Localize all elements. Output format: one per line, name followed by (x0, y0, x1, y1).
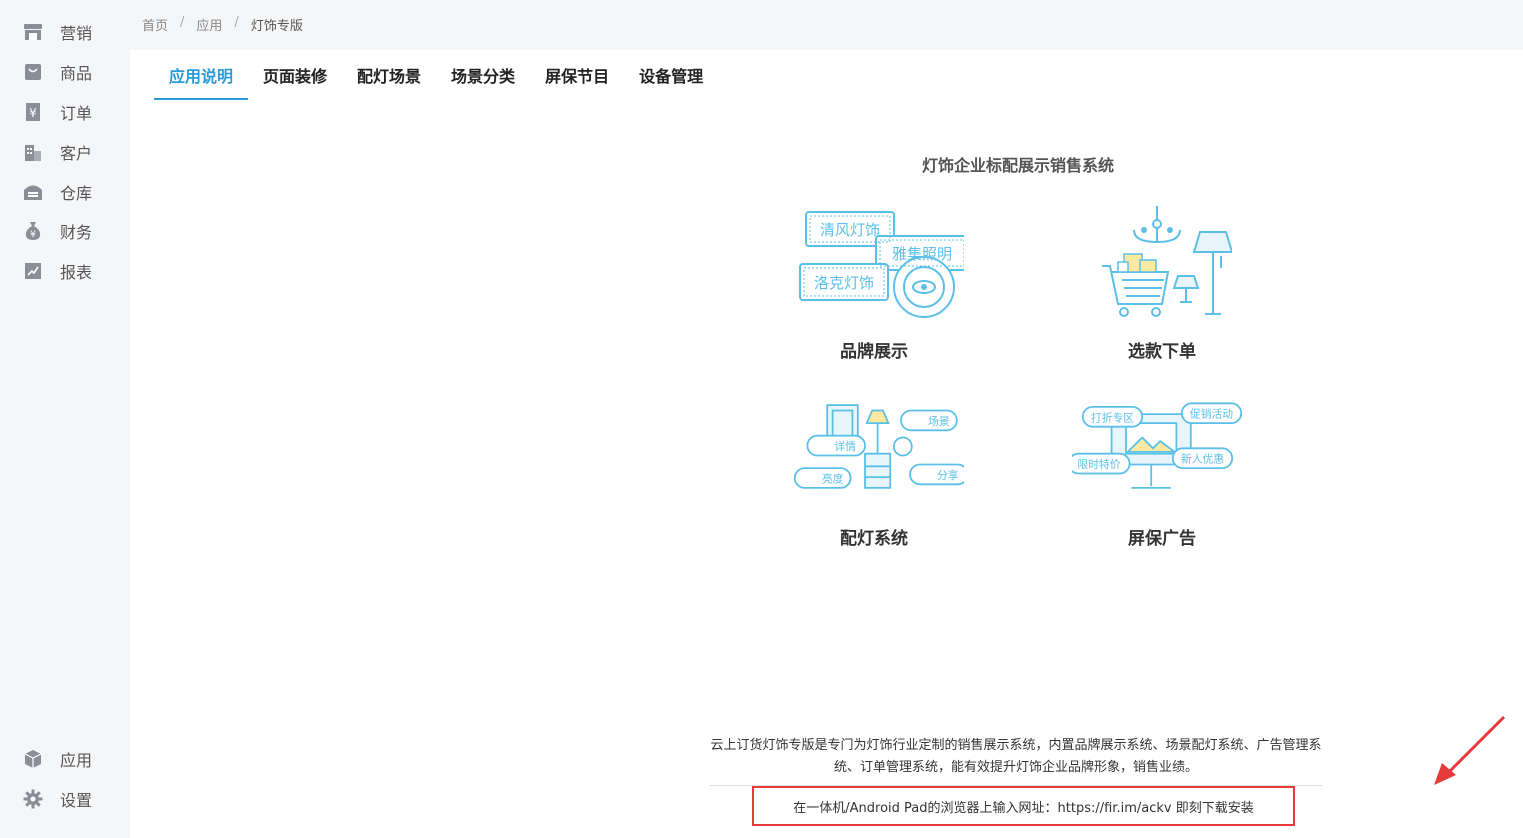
lighting-tag-detail: 详情 (834, 440, 856, 453)
sidebar-item-label: 营销 (60, 24, 93, 43)
breadcrumb: 首页 / 应用 / 灯饰专版 (142, 15, 303, 34)
screensaver-ads-illustration: 打折专区 促销活动 限时特价 新人优惠 (1072, 392, 1252, 510)
lighting-tag-share: 分享 (937, 469, 959, 482)
brand-display-illustration: 清风灯饰 雅集照明 洛克灯饰 (784, 205, 964, 323)
tab-scene-categories[interactable]: 场景分类 (436, 50, 530, 100)
sidebar-item-settings[interactable]: 设置 (22, 786, 112, 812)
ads-tag-promotion: 促销活动 (1190, 408, 1233, 421)
sidebar: 营销 商品 ¥ 订单 客户 仓库 ¥ 财务 报表 应用 设置 (0, 0, 122, 838)
brand-tag-3: 洛克灯饰 (814, 274, 874, 292)
ads-tag-discount: 打折专区 (1091, 411, 1134, 424)
content-title: 灯饰企业标配展示销售系统 (922, 156, 1115, 175)
sidebar-item-orders[interactable]: ¥ 订单 (22, 99, 112, 125)
breadcrumb-home[interactable]: 首页 (142, 15, 168, 34)
sidebar-item-marketing[interactable]: 营销 (22, 19, 112, 45)
select-order-illustration (1072, 205, 1252, 323)
sidebar-item-label: 订单 (60, 104, 93, 123)
tab-page-decoration[interactable]: 页面装修 (248, 50, 342, 100)
warehouse-icon (22, 181, 44, 203)
sidebar-item-reports[interactable]: 报表 (22, 258, 112, 284)
sidebar-item-label: 客户 (60, 144, 93, 163)
breadcrumb-bar: 首页 / 应用 / 灯饰专版 (130, 0, 1523, 50)
ads-tag-newcomer: 新人优惠 (1181, 453, 1224, 466)
sidebar-item-customers[interactable]: 客户 (22, 139, 112, 165)
bag-icon (22, 61, 44, 83)
feature-caption: 配灯系统 (840, 529, 908, 549)
building-icon (22, 141, 44, 163)
sidebar-item-label: 报表 (60, 263, 93, 282)
annotation-arrow-icon (1434, 715, 1506, 785)
feature-lighting-system: 场景 详情 亮度 分享 配灯系统 (784, 392, 964, 549)
sidebar-item-label: 仓库 (60, 184, 93, 203)
tab-app-intro[interactable]: 应用说明 (154, 50, 249, 100)
chart-icon (22, 260, 44, 282)
yen-doc-icon: ¥ (22, 101, 44, 123)
lighting-tag-brightness: 亮度 (822, 473, 844, 486)
app-description: 云上订货灯饰专版是专门为灯饰行业定制的销售展示系统，内置品牌展示系统、场景配灯系… (710, 738, 1322, 775)
svg-text:¥: ¥ (29, 106, 37, 120)
feature-caption: 选款下单 (1128, 342, 1196, 362)
tab-screensaver[interactable]: 屏保节目 (530, 50, 624, 100)
sidebar-item-finance[interactable]: ¥ 财务 (22, 218, 112, 244)
svg-text:¥: ¥ (30, 230, 36, 240)
breadcrumb-separator: / (180, 15, 185, 30)
sidebar-item-warehouse[interactable]: 仓库 (22, 179, 112, 205)
tab-bar: 应用说明 页面装修 配灯场景 场景分类 屏保节目 设备管理 (154, 50, 718, 100)
feature-caption: 屏保广告 (1128, 529, 1196, 549)
feature-caption: 品牌展示 (840, 342, 908, 362)
ads-tag-flash-sale: 限时特价 (1077, 458, 1120, 471)
feature-screensaver-ads: 打折专区 促销活动 限时特价 新人优惠 屏保广告 (1072, 392, 1252, 549)
cube-icon (22, 748, 44, 770)
sidebar-item-label: 财务 (60, 223, 93, 242)
breadcrumb-current: 灯饰专版 (250, 19, 303, 34)
tab-device-management[interactable]: 设备管理 (624, 50, 718, 100)
lighting-system-illustration: 场景 详情 亮度 分享 (784, 392, 964, 510)
sidebar-item-apps[interactable]: 应用 (22, 746, 112, 772)
sidebar-item-label: 设置 (60, 791, 93, 810)
main-panel: 首页 / 应用 / 灯饰专版 应用说明 页面装修 配灯场景 场景分类 屏保节目 … (130, 0, 1523, 838)
brand-tag-2: 雅集照明 (892, 245, 952, 263)
download-instructions: 在一体机/Android Pad的浏览器上输入网址：https://fir.im… (752, 786, 1295, 826)
breadcrumb-separator: / (234, 15, 239, 30)
sidebar-item-label: 应用 (60, 751, 93, 770)
feature-select-order: 选款下单 (1072, 205, 1252, 362)
money-bag-icon: ¥ (22, 220, 44, 242)
sidebar-item-products[interactable]: 商品 (22, 59, 112, 85)
feature-brand-display: 清风灯饰 雅集照明 洛克灯饰 品牌展示 (784, 205, 964, 362)
brand-tag-1: 清风灯饰 (820, 221, 880, 239)
sidebar-item-label: 商品 (60, 64, 93, 83)
tab-lighting-scenes[interactable]: 配灯场景 (342, 50, 436, 100)
store-icon (22, 21, 44, 43)
gear-icon (22, 788, 44, 810)
lighting-tag-scene: 场景 (928, 415, 950, 428)
breadcrumb-app[interactable]: 应用 (196, 15, 222, 34)
